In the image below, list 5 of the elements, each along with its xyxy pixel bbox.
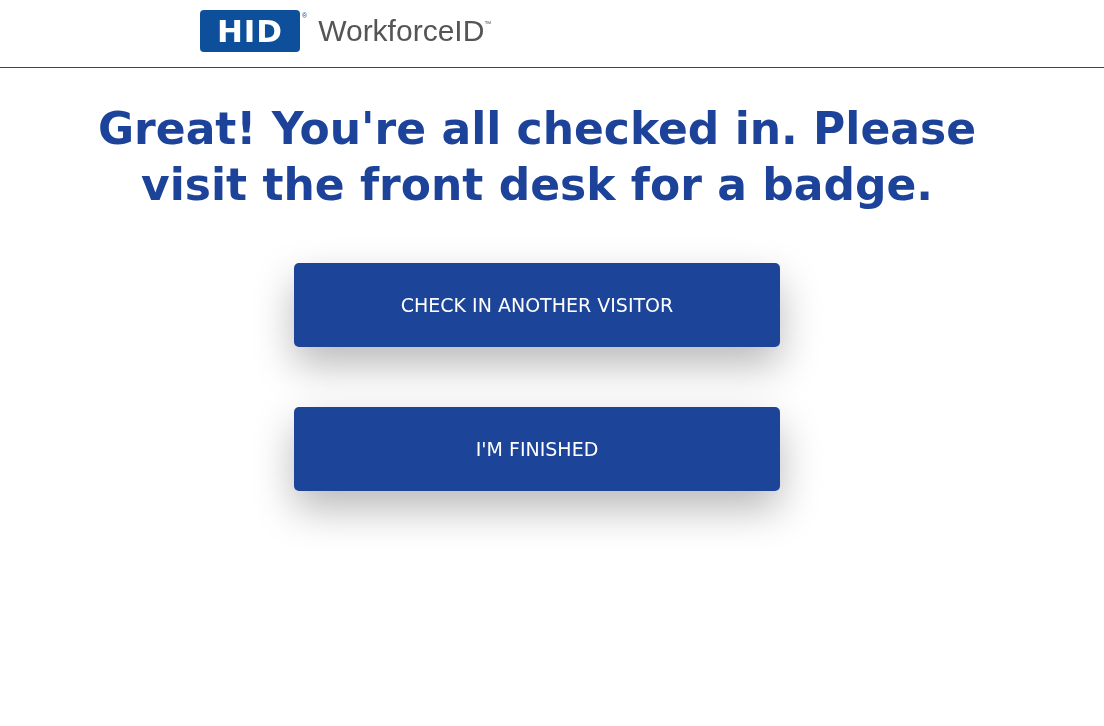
product-name: WorkforceID bbox=[318, 16, 485, 46]
logo-mark: HID bbox=[200, 10, 300, 52]
action-button[interactable]: I'M FINISHED bbox=[294, 407, 780, 491]
action-button[interactable]: CHECK IN ANOTHER VISITOR bbox=[294, 263, 780, 347]
confirmation-message: Great! You're all checked in. Please visit the front desk for a badge. bbox=[96, 102, 977, 212]
